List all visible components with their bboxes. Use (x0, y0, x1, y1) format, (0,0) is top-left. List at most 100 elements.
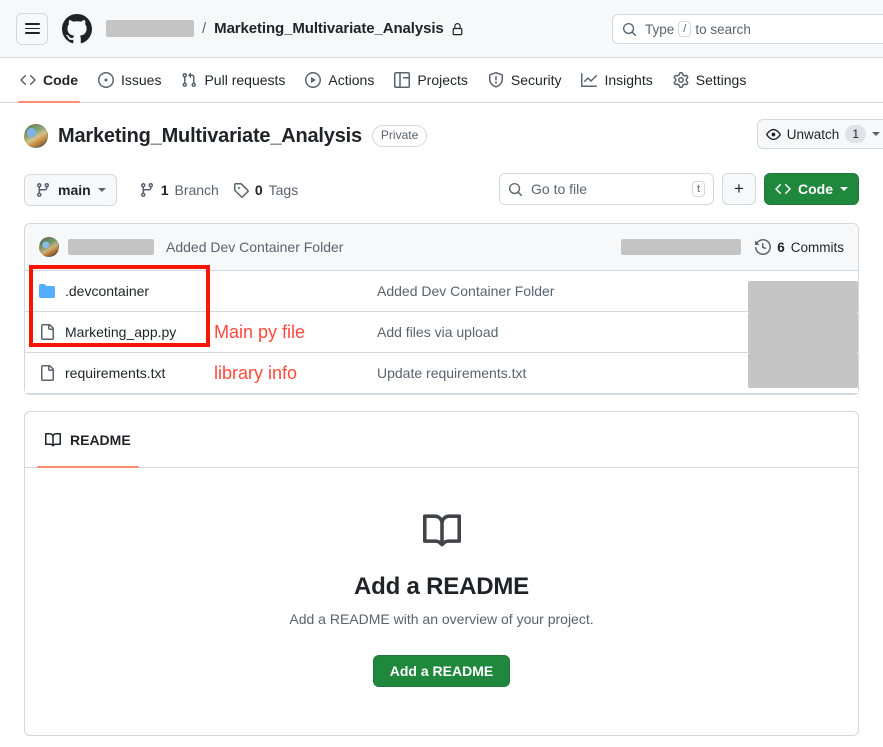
breadcrumb-separator: / (202, 20, 207, 37)
file-name[interactable]: Marketing_app.py (65, 324, 176, 340)
go-to-file-key-hint: t (691, 181, 705, 197)
tags-count: 0 (254, 182, 263, 198)
code-button-label: Code (798, 181, 833, 197)
search-key-hint: / (678, 21, 692, 37)
annotation-text: library info (214, 362, 298, 383)
repo-toolbar: main 1 Branch 0 Tags Go to file t + Code (0, 173, 883, 207)
file-name[interactable]: requirements.txt (65, 365, 165, 381)
table-row[interactable]: Marketing_app.py Main py file Add files … (25, 311, 858, 353)
tab-code[interactable]: Code (10, 58, 88, 103)
commit-author-redacted (68, 239, 154, 255)
unwatch-label: Unwatch (786, 126, 840, 142)
status-badge: Private (371, 125, 428, 147)
repo-nav-tabs: Code Issues Pull requests Actions Projec… (0, 58, 883, 103)
github-logo-icon[interactable] (62, 13, 92, 44)
book-icon (45, 432, 61, 448)
branch-selector[interactable]: main (24, 174, 117, 206)
go-to-file-placeholder: Go to file (531, 181, 588, 197)
tab-issues-label: Issues (121, 72, 162, 88)
git-pull-request-icon (181, 72, 197, 88)
file-name[interactable]: .devcontainer (65, 283, 149, 299)
tab-settings[interactable]: Settings (663, 58, 757, 102)
folder-icon (39, 283, 55, 299)
commit-message[interactable]: Added Dev Container Folder (166, 239, 343, 255)
search-icon (508, 182, 523, 197)
eye-icon (765, 127, 781, 142)
tags-label: Tags (268, 182, 299, 198)
tag-icon (233, 182, 249, 198)
branches-count: 1 (160, 182, 169, 198)
tags-link[interactable]: 0 Tags (233, 182, 298, 198)
readme-empty-subtitle: Add a README with an overview of your pr… (289, 611, 594, 627)
file-commit-message[interactable]: Add files via upload (377, 324, 498, 340)
global-search-input[interactable]: Type / to search (612, 14, 883, 44)
tab-security-label: Security (510, 72, 562, 88)
file-time-redacted (748, 353, 858, 388)
branch-name: main (58, 182, 91, 198)
commits-count-link[interactable]: 6 Commits (755, 239, 844, 255)
search-placeholder-suffix: to search (695, 21, 751, 37)
readme-empty-state: Add a README Add a README with an overvi… (25, 468, 858, 735)
graph-icon (581, 72, 598, 88)
table-row[interactable]: .devcontainer Added Dev Container Folder (25, 271, 858, 312)
gear-icon (673, 72, 689, 88)
hamburger-menu-icon[interactable] (16, 12, 48, 45)
chevron-down-icon (97, 188, 106, 192)
tab-projects-label: Projects (417, 72, 468, 88)
watch-count: 1 (845, 125, 866, 143)
tab-code-label: Code (43, 72, 78, 88)
chevron-down-icon (840, 187, 848, 191)
tab-readme[interactable]: README (37, 412, 139, 468)
breadcrumb-repo-name[interactable]: Marketing_Multivariate_Analysis (214, 20, 444, 37)
code-button[interactable]: Code (764, 173, 859, 205)
file-commit-message[interactable]: Update requirements.txt (377, 365, 526, 381)
unwatch-button[interactable]: Unwatch 1 (756, 119, 883, 149)
play-icon (305, 72, 322, 88)
page-title[interactable]: Marketing_Multivariate_Analysis (58, 125, 362, 148)
add-readme-button[interactable]: Add a README (372, 655, 511, 687)
file-icon (39, 324, 55, 340)
readme-tabbar: README (25, 412, 858, 468)
toolbar-actions: Go to file t + Code (499, 173, 859, 205)
branches-link[interactable]: 1 Branch (139, 182, 219, 198)
readme-card: README Add a README Add a README with an… (24, 411, 859, 736)
chevron-down-icon[interactable] (872, 132, 880, 136)
plus-icon: + (734, 179, 744, 198)
file-icon (39, 365, 55, 381)
tab-insights[interactable]: Insights (571, 58, 662, 102)
search-placeholder-prefix: Type (645, 21, 675, 37)
commits-label: Commits (790, 239, 844, 255)
lock-icon (451, 23, 464, 36)
issue-opened-icon (98, 72, 114, 88)
add-file-button[interactable]: + (722, 173, 756, 205)
branches-label: Branch (174, 182, 219, 198)
file-time-redacted (748, 281, 858, 312)
go-to-file-input[interactable]: Go to file t (499, 173, 714, 205)
file-time-redacted (748, 311, 858, 353)
readme-empty-title: Add a README (354, 573, 529, 600)
git-branch-icon (35, 182, 51, 198)
repo-header: Marketing_Multivariate_Analysis Private … (0, 103, 883, 151)
tab-issues[interactable]: Issues (88, 58, 171, 102)
commit-time-redacted (621, 239, 742, 255)
commits-count: 6 (777, 239, 785, 255)
tab-actions-label: Actions (328, 72, 375, 88)
git-branch-icon (139, 182, 155, 198)
tab-insights-label: Insights (604, 72, 653, 88)
file-browser: Added Dev Container Folder 6 Commits .de… (24, 223, 859, 395)
tab-projects[interactable]: Projects (384, 58, 478, 102)
file-commit-message[interactable]: Added Dev Container Folder (377, 283, 554, 299)
code-icon (20, 72, 36, 88)
history-icon (755, 239, 772, 255)
tab-actions[interactable]: Actions (295, 58, 384, 102)
global-header: / Marketing_Multivariate_Analysis Type /… (0, 0, 883, 58)
table-icon (394, 72, 411, 88)
tab-pull-requests-label: Pull requests (204, 72, 286, 88)
shield-icon (488, 72, 504, 88)
add-readme-label: Add a README (389, 663, 494, 679)
tab-pull-requests[interactable]: Pull requests (171, 58, 295, 102)
table-row[interactable]: requirements.txt library info Update req… (25, 353, 858, 394)
latest-commit-bar: Added Dev Container Folder 6 Commits (25, 224, 858, 271)
avatar (39, 237, 59, 257)
tab-security[interactable]: Security (478, 58, 572, 102)
